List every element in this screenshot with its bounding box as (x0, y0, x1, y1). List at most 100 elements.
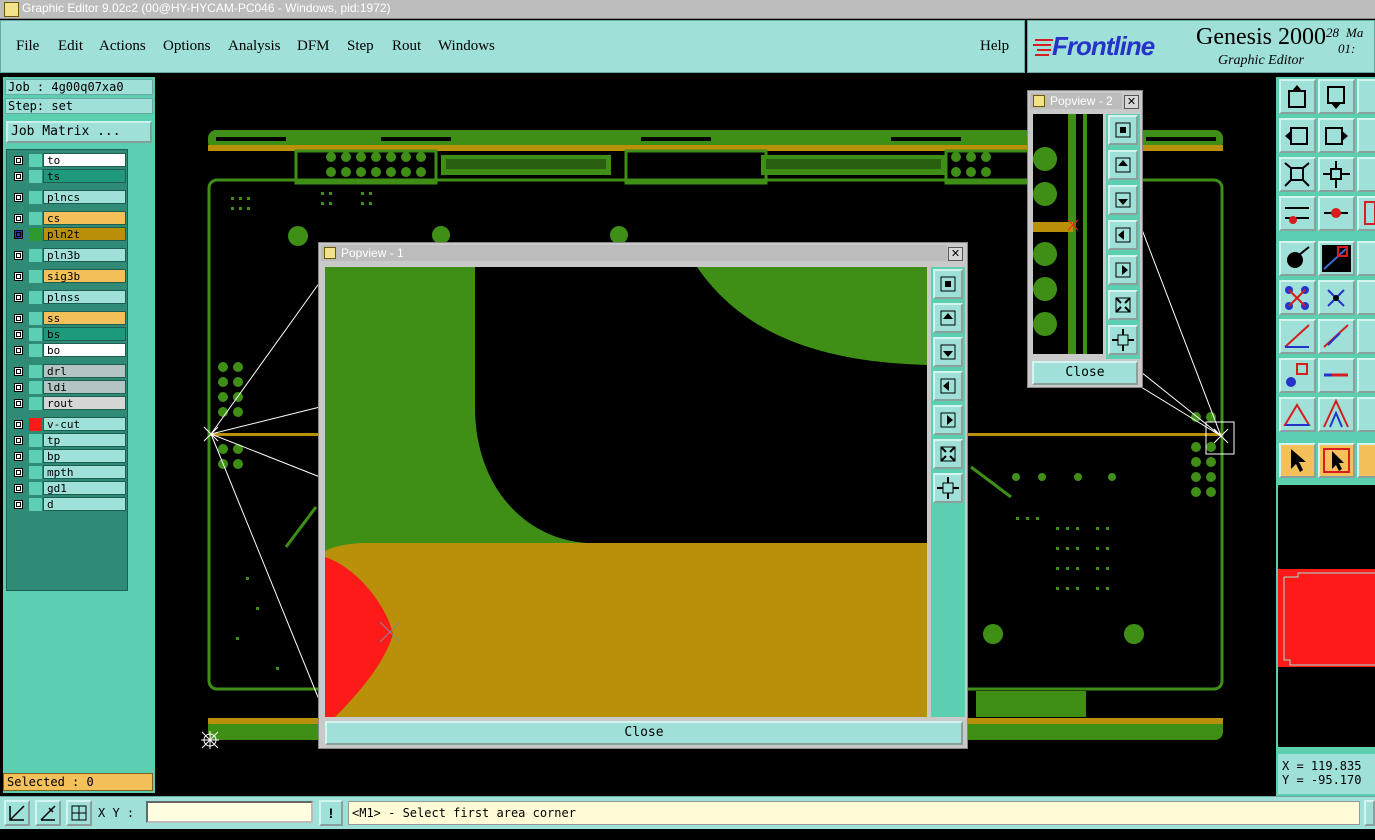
popview-2-close-icon[interactable]: ✕ (1124, 95, 1139, 109)
line-angle-icon[interactable] (1279, 319, 1316, 354)
menu-analysis[interactable]: Analysis (228, 38, 281, 55)
display-icon[interactable] (1357, 241, 1375, 276)
job-matrix-button[interactable]: Job Matrix ... (6, 121, 152, 143)
layer-name[interactable]: mpth (43, 465, 126, 479)
pan-left-button[interactable] (1108, 220, 1138, 250)
menu-options[interactable]: Options (163, 38, 211, 55)
layer-checkbox[interactable] (14, 251, 23, 260)
add-feature-icon[interactable] (1318, 241, 1355, 276)
move-left-icon[interactable] (1279, 118, 1316, 153)
popview-2-canvas[interactable] (1033, 114, 1103, 354)
scale-icon[interactable] (1357, 157, 1375, 192)
layer-checkbox[interactable] (14, 172, 23, 181)
save-job-icon[interactable] (1318, 79, 1355, 114)
extra-tool-button[interactable] (1364, 800, 1375, 826)
undo-icon[interactable] (1357, 79, 1375, 114)
arc-icon[interactable] (1357, 319, 1375, 354)
layer-row-sig3b[interactable]: sig3b (9, 269, 126, 284)
menu-actions[interactable]: Actions (99, 38, 146, 55)
layer-checkbox[interactable] (14, 484, 23, 493)
zoom-out-button[interactable] (933, 473, 963, 503)
snap-icon[interactable] (1318, 196, 1355, 231)
zoom-fit-button[interactable] (1108, 115, 1138, 145)
overview-map[interactable] (1278, 485, 1375, 747)
draw-line-icon[interactable] (1318, 319, 1355, 354)
layer-name[interactable]: drl (43, 364, 126, 378)
layer-row-ts[interactable]: ts (9, 169, 126, 184)
layer-checkbox[interactable] (14, 293, 23, 302)
layer-checkbox[interactable] (14, 436, 23, 445)
menu-dfm[interactable]: DFM (297, 38, 330, 55)
layer-row-mpth[interactable]: mpth (9, 465, 126, 480)
layer-name[interactable]: rout (43, 396, 126, 410)
layer-name[interactable]: to (43, 153, 126, 167)
layer-row-plnss[interactable]: plnss (9, 290, 126, 305)
menu-file[interactable]: File (16, 38, 39, 55)
layer-checkbox[interactable] (14, 383, 23, 392)
popview-1-close-button[interactable]: Close (325, 721, 963, 745)
pad-select-icon[interactable] (1279, 358, 1316, 393)
layer-checkbox[interactable] (14, 156, 23, 165)
layer-row-plncs[interactable]: plncs (9, 190, 126, 205)
layer-name[interactable]: plnss (43, 290, 126, 304)
move-right-icon[interactable] (1318, 118, 1355, 153)
pan-left-button[interactable] (933, 371, 963, 401)
menu-windows[interactable]: Windows (438, 38, 495, 55)
layer-checkbox[interactable] (14, 230, 23, 239)
rotate-icon[interactable] (1357, 443, 1375, 478)
layer-name[interactable]: bs (43, 327, 126, 341)
pan-up-button[interactable] (1108, 150, 1138, 180)
zoom-home-icon[interactable] (1318, 157, 1355, 192)
layer-checkbox[interactable] (14, 367, 23, 376)
menu-rout[interactable]: Rout (392, 38, 421, 55)
pan-right-button[interactable] (933, 405, 963, 435)
pointer-icon[interactable] (1279, 443, 1316, 478)
layer-checkbox[interactable] (14, 214, 23, 223)
grid-icon[interactable] (66, 800, 92, 826)
menu-help[interactable]: Help (980, 38, 1009, 55)
layer-name[interactable]: pln2t (43, 227, 126, 241)
layer-name[interactable]: cs (43, 211, 126, 225)
layer-name[interactable]: gd1 (43, 481, 126, 495)
zoom-in-button[interactable] (1108, 290, 1138, 320)
polyline-icon[interactable] (1318, 397, 1355, 432)
layer-row-cs[interactable]: cs (9, 211, 126, 226)
pan-right-button[interactable] (1108, 255, 1138, 285)
layer-name[interactable]: sig3b (43, 269, 126, 283)
layer-name[interactable]: ts (43, 169, 126, 183)
pointer-box-icon[interactable] (1318, 443, 1355, 478)
layer-name[interactable]: tp (43, 433, 126, 447)
pad-icon[interactable] (1357, 280, 1375, 315)
layer-checkbox[interactable] (14, 193, 23, 202)
layer-checkbox[interactable] (14, 272, 23, 281)
layer-name[interactable]: bp (43, 449, 126, 463)
layer-checkbox[interactable] (14, 330, 23, 339)
zoom-fit-button[interactable] (933, 269, 963, 299)
highlight-icon[interactable] (1357, 196, 1375, 231)
open-job-icon[interactable] (1279, 79, 1316, 114)
redo-icon[interactable] (1357, 118, 1375, 153)
layer-name[interactable]: v-cut (43, 417, 126, 431)
layer-row-to[interactable]: to (9, 153, 126, 168)
zoom-box-icon[interactable] (1279, 157, 1316, 192)
layer-checkbox[interactable] (14, 500, 23, 509)
layer-row-ss[interactable]: ss (9, 311, 126, 326)
layer-row-pln2t[interactable]: pln2t (9, 227, 126, 242)
layer-checkbox[interactable] (14, 452, 23, 461)
layer-row-bp[interactable]: bp (9, 449, 126, 464)
layer-checkbox[interactable] (14, 420, 23, 429)
layer-checkbox[interactable] (14, 399, 23, 408)
layer-row-d[interactable]: d (9, 497, 126, 512)
pan-up-button[interactable] (933, 303, 963, 333)
layer-row-v-cut[interactable]: v-cut (9, 417, 126, 432)
pan-down-button[interactable] (1108, 185, 1138, 215)
triangle-icon[interactable] (1279, 397, 1316, 432)
snap-angle-icon[interactable] (35, 800, 61, 826)
zoom-in-button[interactable] (933, 439, 963, 469)
layer-name[interactable]: ss (43, 311, 126, 325)
circle-icon[interactable] (1357, 397, 1375, 432)
layer-row-bo[interactable]: bo (9, 343, 126, 358)
popview-1-canvas[interactable] (325, 267, 927, 717)
layer-row-rout[interactable]: rout (9, 396, 126, 411)
popview-2-close-button[interactable]: Close (1032, 361, 1138, 385)
